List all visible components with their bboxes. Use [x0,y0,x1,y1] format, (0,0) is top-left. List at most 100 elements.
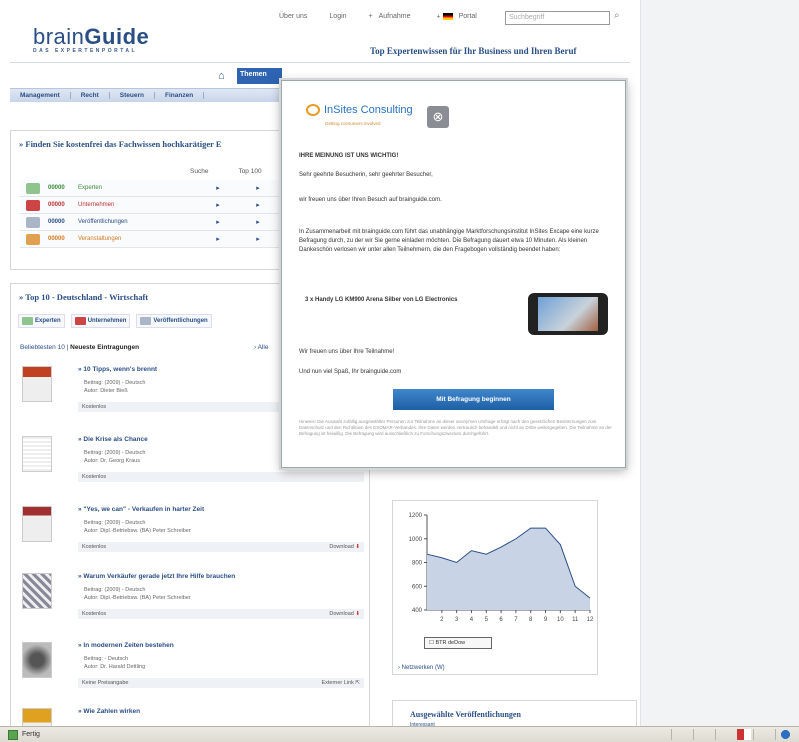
finden-stats-table: 00000 Experten ▸ ▸ 00000 Unternehmen ▸ ▸ 0… [20,180,282,248]
publication-thumbnail[interactable] [22,506,52,542]
publication-thumbnail[interactable] [22,708,52,726]
start-survey-button[interactable]: Mit Befragung beginnen [393,389,554,410]
selected-publications-title: Ausgewählte Veröffentlichungen [410,710,521,719]
entry-title[interactable]: » In modernen Zeiten bestehen [78,642,174,649]
x-tick-label: 11 [572,617,579,623]
search-input[interactable]: Suchbegriff [505,11,610,25]
tab-unternehmen[interactable]: Unternehmen [70,314,131,328]
arrow-icon[interactable]: ▸ [238,235,278,243]
entry-title[interactable]: » Warum Verkäufer gerade jetzt Ihre Hilf… [78,573,235,580]
y-tick-label: 1000 [409,537,423,543]
stat-row-experten[interactable]: 00000 Experten ▸ ▸ [20,180,282,197]
chart-legend-checkbox[interactable]: ☐ BTR deDow [424,637,492,649]
entry-title[interactable]: » Wie Zahlen wirken [78,708,140,715]
sort-row: Beliebtesten 10 | Neueste Eintragungen [20,344,280,351]
search-icon[interactable]: ⌕ [614,10,626,24]
brainguide-logo[interactable]: brainGuide [33,24,149,50]
entry-bar: Keine Preisangabe Externer Link ⇱ [78,678,364,688]
nav-item-management[interactable]: Management [10,92,71,99]
publication-thumbnail[interactable] [22,573,52,609]
experts-icon [22,317,33,325]
arrow-icon[interactable]: ▸ [198,201,238,209]
company-icon [26,199,40,211]
x-tick-label: 9 [544,617,548,623]
arrow-icon[interactable]: ▸ [198,235,238,243]
stat-row-veroeffentlichungen[interactable]: 00000 Veröffentlichungen ▸ ▸ [20,214,282,231]
entry-price: Kostenlos [82,404,107,410]
entry-title[interactable]: » 10 Tipps, wenn's brennt [78,366,157,373]
stat-label: Unternehmen [78,202,115,208]
tab-veroeffentlichungen[interactable]: Veröffentlichungen [136,314,212,328]
finden-title-text: Finden Sie kostenfrei das Fachwissen hoc… [25,139,222,149]
external-link[interactable]: Externer Link ⇱ [321,680,360,686]
sort-neueste[interactable]: Neueste Eintragungen [70,344,139,351]
arrow-icon[interactable]: ▸ [198,184,238,192]
link-portal[interactable]: + Portal [433,13,485,20]
status-cell [715,729,735,740]
x-tick-label: 4 [470,617,474,623]
download-link[interactable]: Download ⬇ [329,611,360,617]
nav-item-recht[interactable]: Recht [71,92,110,99]
x-tick-label: 6 [499,617,503,623]
sort-beliebteste[interactable]: Beliebtesten 10 | [20,344,68,351]
x-tick-label: 10 [557,617,564,623]
link-login[interactable]: Login [325,13,350,20]
arrow-icon[interactable]: ▸ [198,218,238,226]
entry-meta-author: Autor: Dipl.-Betriebsw. (BA) Peter Schre… [84,595,191,601]
entry-meta: Beitrag: (2009) - Deutsch Autor: Dipl.-Be… [84,586,191,602]
entry-meta-type: Beitrag: (2009) - Deutsch [84,450,146,456]
top10-tabs: Experten Unternehmen Veröffentlichungen [18,314,212,328]
download-link[interactable]: Download ⬇ [329,544,360,550]
x-tick-label: 8 [529,617,533,623]
netzwerken-link[interactable]: › Netzwerken (W) [398,665,445,671]
nav-item-finanzen[interactable]: Finanzen [155,92,205,99]
home-icon[interactable]: ⌂ [218,70,232,82]
insites-subtitle: Getting consumers involved [325,121,381,126]
nav-item-steuern[interactable]: Steuern [110,92,155,99]
arrow-icon[interactable]: ▸ [238,218,278,226]
tab-experten[interactable]: Experten [18,314,65,328]
x-tick-label: 5 [485,617,489,623]
arrow-icon[interactable]: ▸ [238,184,278,192]
y-tick-label: 800 [412,561,423,567]
entry-title-text: 10 Tipps, wenn's brennt [83,366,158,373]
stat-row-unternehmen[interactable]: 00000 Unternehmen ▸ ▸ [20,197,282,214]
insites-logo: InSites Consulting [306,104,413,116]
germany-flag-icon [442,13,453,20]
publication-icon [26,216,40,228]
stat-row-veranstaltungen[interactable]: 00000 Veranstaltungen ▸ ▸ [20,231,282,248]
entry-title[interactable]: » Die Krise als Chance [78,436,148,443]
publication-thumbnail[interactable] [22,642,52,678]
arrow-icon[interactable]: ▸ [238,201,278,209]
entry-meta: Beitrag: (2009) - Deutsch Autor: Dipl.-Be… [84,519,191,535]
logo-subtitle: DAS EXPERTENPORTAL [33,48,138,54]
tab-themen[interactable]: Themen [237,68,282,84]
header-divider [10,62,630,63]
security-icon[interactable] [737,729,751,740]
modal-closing: Und nun viel Spaß, Ihr brainguide.com [299,369,402,375]
link-aufnahme[interactable]: + Aufnahme [365,13,419,20]
entry-meta-author: Autor: Dipl.-Betriebsw. (BA) Peter Schre… [84,528,191,534]
publication-thumbnail[interactable] [22,366,52,402]
entry-title-text: "Yes, we can" - Verkaufen in harter Zeit [83,506,205,513]
list-item[interactable]: » Wie Zahlen wirken [22,708,352,726]
top-links: Über uns Login + Aufnahme + Portal [275,13,485,20]
page-background-right [640,0,799,726]
external-link-label: Externer Link [321,680,354,686]
close-button[interactable]: ⊗ [427,106,449,128]
status-bar: Fertig [0,726,799,742]
entry-bar: Kostenlos Download ⬇ [78,542,364,552]
globe-icon[interactable] [775,729,795,740]
y-tick-label: 1200 [409,513,423,519]
phone-screen [538,297,598,331]
alle-link[interactable]: › Alle [254,344,268,351]
stat-label: Veranstaltungen [78,236,122,242]
top10-title-text: Top 10 - Deutschland - Wirtschaft [25,292,149,302]
publication-thumbnail[interactable] [22,436,52,472]
x-tick-label: 7 [514,617,518,623]
dow-chart: 400 600 800 1000 1200 2 3 4 5 6 7 8 9 10 11 12 [409,513,594,623]
entry-title[interactable]: » "Yes, we can" - Verkaufen in harter Ze… [78,506,204,513]
link-ueber-uns[interactable]: Über uns [275,13,311,20]
entry-price: Kostenlos [82,474,107,480]
experts-icon [26,182,40,194]
